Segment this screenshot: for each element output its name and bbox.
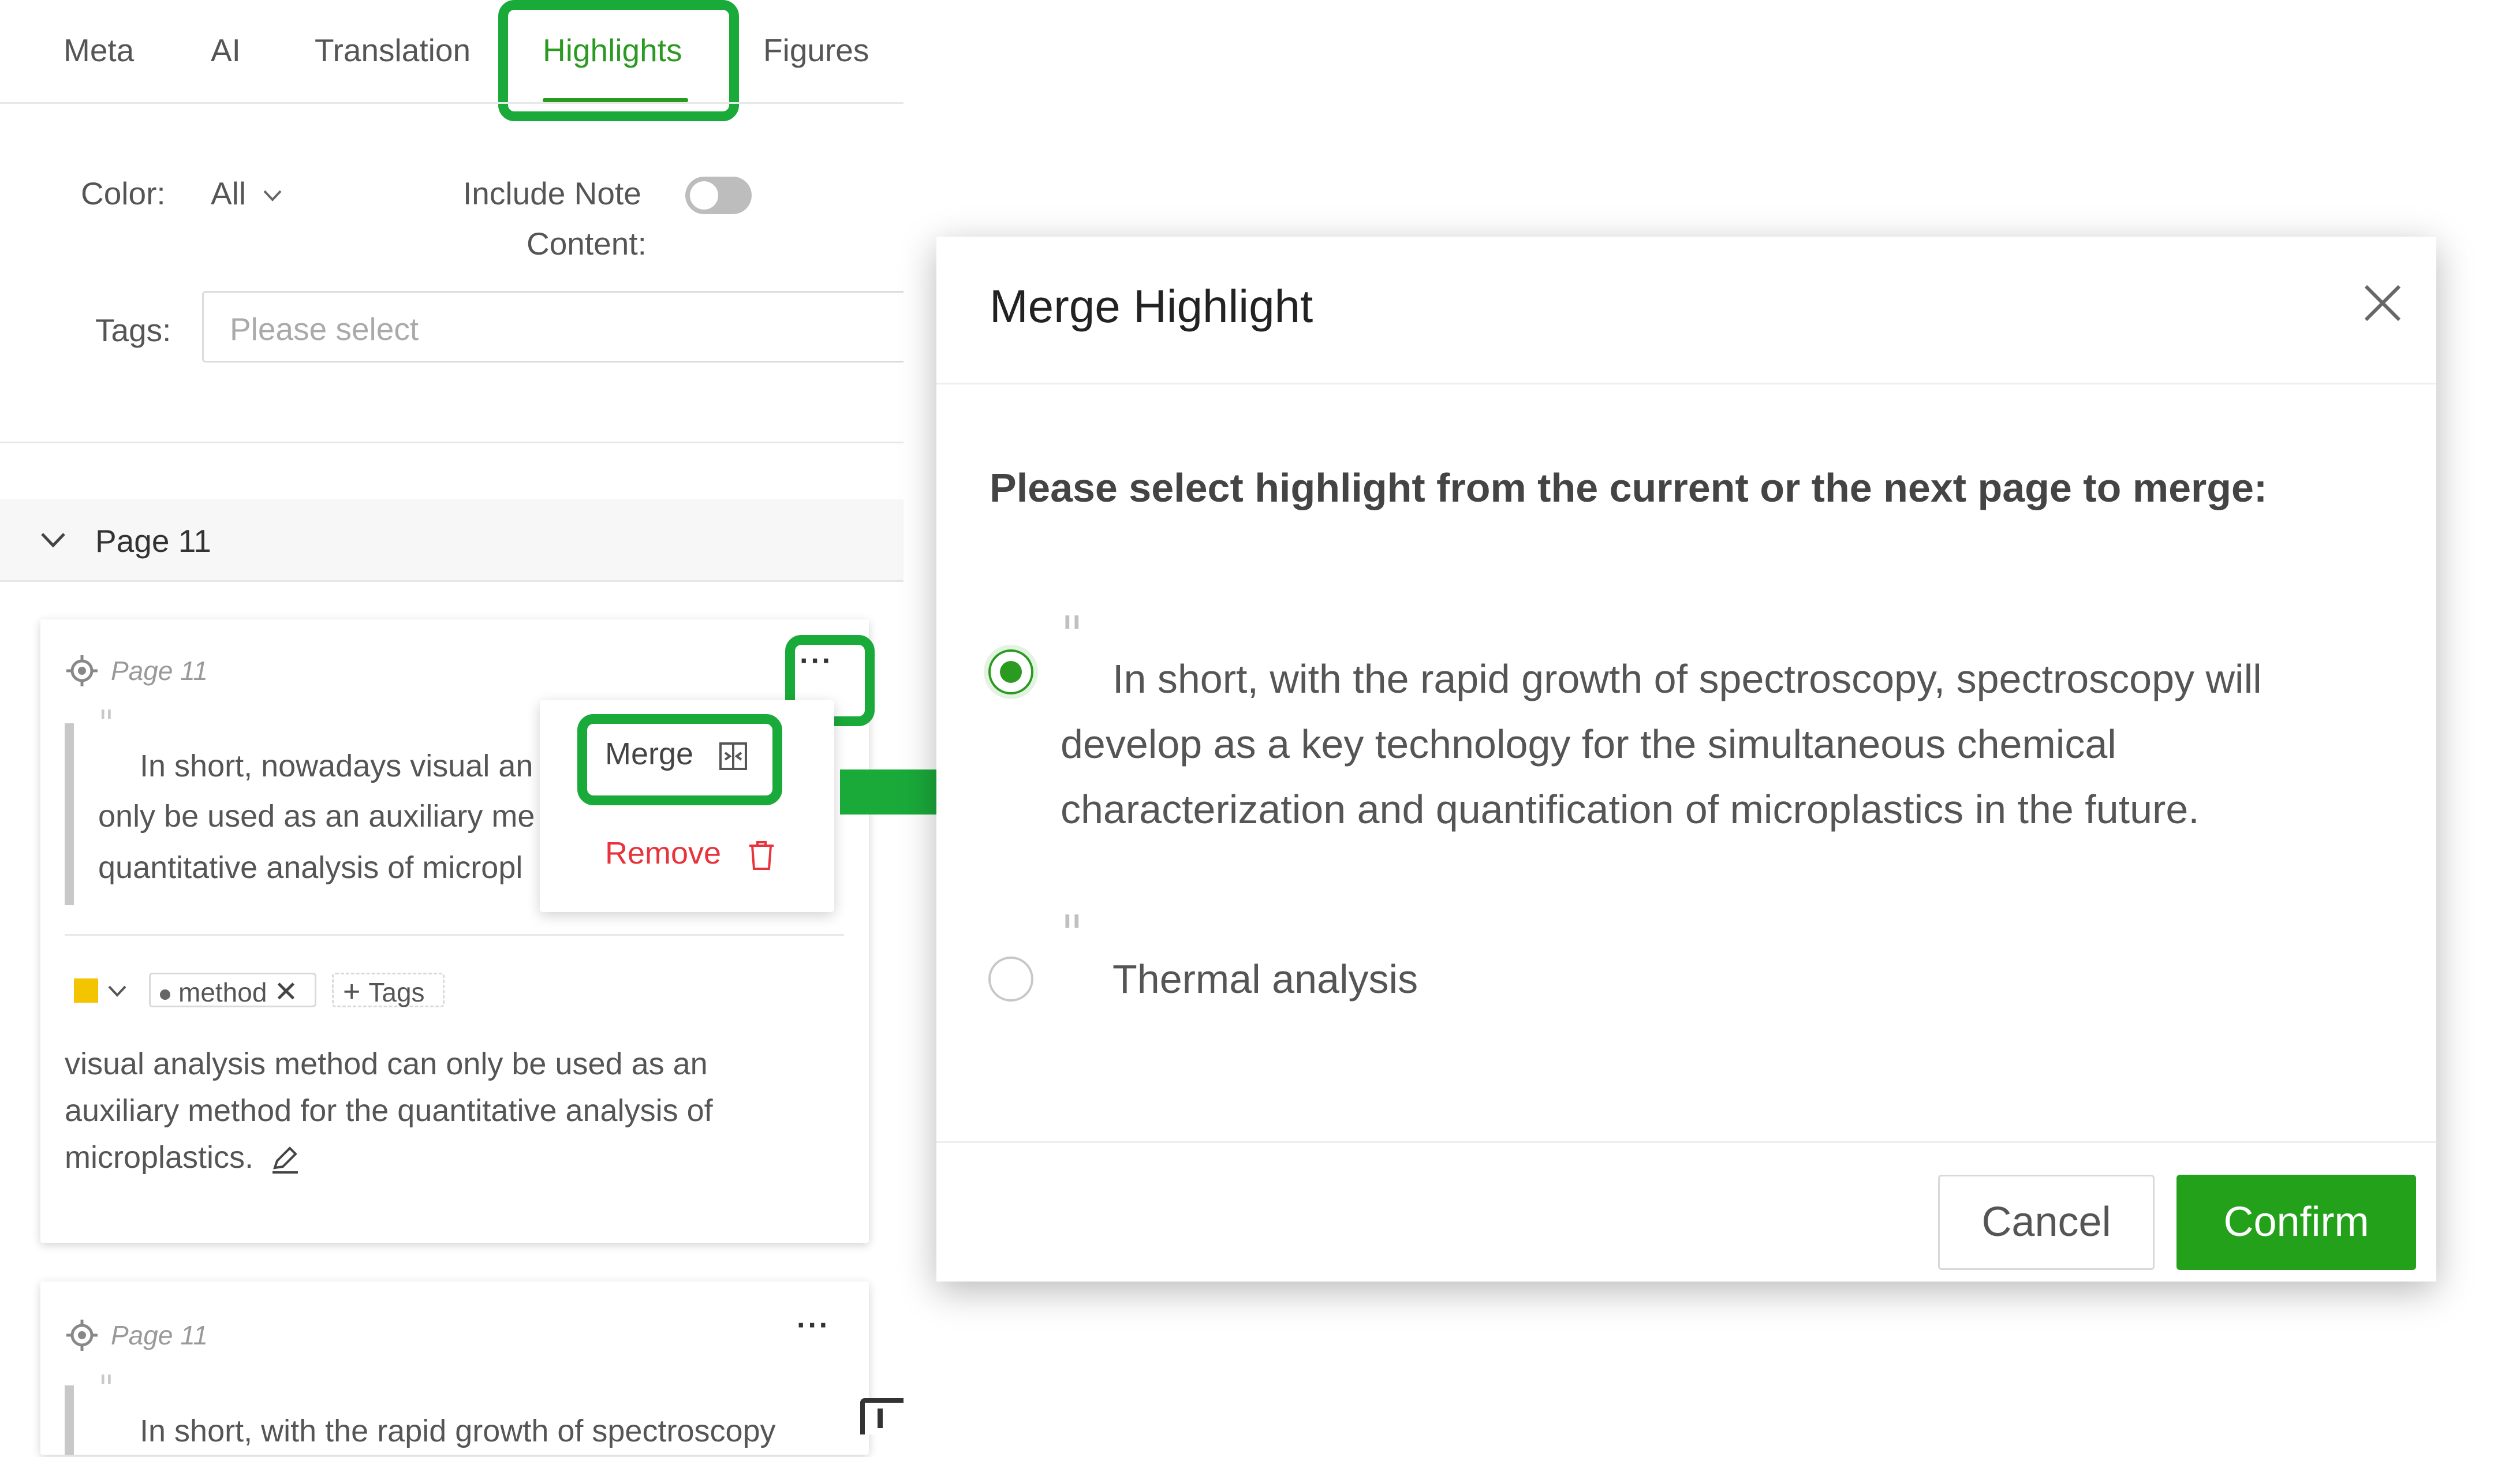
tags-filter-label: Tags: xyxy=(95,312,171,348)
exclamation-mark xyxy=(878,1409,883,1428)
close-icon[interactable] xyxy=(2362,283,2403,323)
note-line-text: microplastics. xyxy=(65,1140,254,1175)
quote-mark: " xyxy=(98,703,114,744)
tab-meta[interactable]: Meta xyxy=(64,32,134,69)
trash-icon xyxy=(749,840,774,870)
cancel-button[interactable]: Cancel xyxy=(1938,1175,2155,1270)
page-group-header[interactable]: Page 11 xyxy=(0,499,904,582)
quote-mark: " xyxy=(98,1368,114,1409)
color-filter-select[interactable]: All xyxy=(211,175,282,212)
add-tags-button[interactable]: + Tags xyxy=(332,973,445,1008)
dialog-footer-divider xyxy=(936,1141,2436,1143)
merge-highlight-dialog: Merge Highlight Please select highlight … xyxy=(936,237,2436,1282)
chevron-down-icon xyxy=(263,190,282,202)
note-line: microplastics. xyxy=(65,1134,301,1181)
highlight-card: Page 11 ··· " In short, with the rapid g… xyxy=(40,1282,869,1455)
note-line: auxiliary method for the quantitative an… xyxy=(65,1093,713,1128)
dialog-prompt: Please select highlight from the current… xyxy=(990,465,2268,510)
tab-figures[interactable]: Figures xyxy=(763,32,869,69)
option-text-line: Thermal analysis xyxy=(1112,957,1418,1002)
highlight-color-swatch[interactable] xyxy=(74,978,98,1003)
quote-line: only be used as an auxiliary me xyxy=(98,799,535,834)
chevron-down-icon xyxy=(41,533,65,548)
quote-bar xyxy=(65,723,74,905)
include-note-label-line1: Include Note xyxy=(463,175,641,211)
plus-icon: + xyxy=(343,975,361,1008)
feedback-icon[interactable] xyxy=(860,1398,904,1434)
tabs-divider xyxy=(0,102,904,104)
card-divider xyxy=(65,934,844,936)
include-note-label-line2: Content: xyxy=(527,226,647,261)
tags-select-placeholder: Please select xyxy=(230,311,419,347)
quote-line: In short, nowadays visual an xyxy=(140,749,533,783)
remove-label: Remove xyxy=(605,836,722,871)
quote-line: In short, with the rapid growth of spect… xyxy=(140,1414,776,1448)
dialog-title: Merge Highlight xyxy=(990,281,1313,332)
option-radio[interactable] xyxy=(988,649,1033,694)
edit-pencil-icon[interactable] xyxy=(269,1144,301,1176)
highlights-panel: Meta AI Translation Highlights Figures C… xyxy=(0,0,904,1455)
color-filter-label: Color: xyxy=(81,175,166,211)
option-text-line: develop as a key technology for the simu… xyxy=(1061,722,2116,767)
toggle-knob xyxy=(690,181,718,210)
filters-divider xyxy=(0,442,904,443)
quote-mark: " xyxy=(1061,905,1084,963)
card-page-ref[interactable]: Page 11 xyxy=(111,1320,208,1351)
include-note-toggle[interactable] xyxy=(685,177,752,214)
remove-menu-item[interactable]: Remove xyxy=(605,835,776,871)
card-page-ref[interactable]: Page 11 xyxy=(111,655,208,686)
dialog-header-divider xyxy=(936,383,2436,384)
tab-translation[interactable]: Translation xyxy=(315,32,471,69)
note-line: visual analysis method can only be used … xyxy=(65,1047,708,1081)
quote-line: quantitative analysis of micropl xyxy=(98,850,523,885)
confirm-button[interactable]: Confirm xyxy=(2176,1175,2416,1270)
add-tags-label: Tags xyxy=(368,977,425,1007)
locate-icon[interactable] xyxy=(65,1318,99,1352)
option-text-line: characterization and quantification of m… xyxy=(1061,787,2200,832)
locate-icon[interactable] xyxy=(65,654,99,688)
tag-label: method xyxy=(178,977,267,1007)
tags-select[interactable]: Please select xyxy=(202,291,904,363)
chevron-down-icon[interactable] xyxy=(107,984,127,998)
page-group-label: Page 11 xyxy=(95,523,211,559)
color-filter-value: All xyxy=(211,175,247,211)
more-options-button[interactable]: ··· xyxy=(797,1308,830,1343)
option-radio[interactable] xyxy=(988,957,1033,1002)
quote-bar xyxy=(65,1385,74,1455)
close-icon[interactable]: ✕ xyxy=(274,976,298,1008)
tag-chip: method ✕ xyxy=(149,973,316,1008)
quote-mark: " xyxy=(1061,606,1084,664)
annotation-box-merge xyxy=(577,714,782,805)
option-text-line: In short, with the rapid growth of spect… xyxy=(1112,656,2262,701)
tab-ai[interactable]: AI xyxy=(211,32,241,69)
tag-dot-icon xyxy=(160,989,170,1000)
